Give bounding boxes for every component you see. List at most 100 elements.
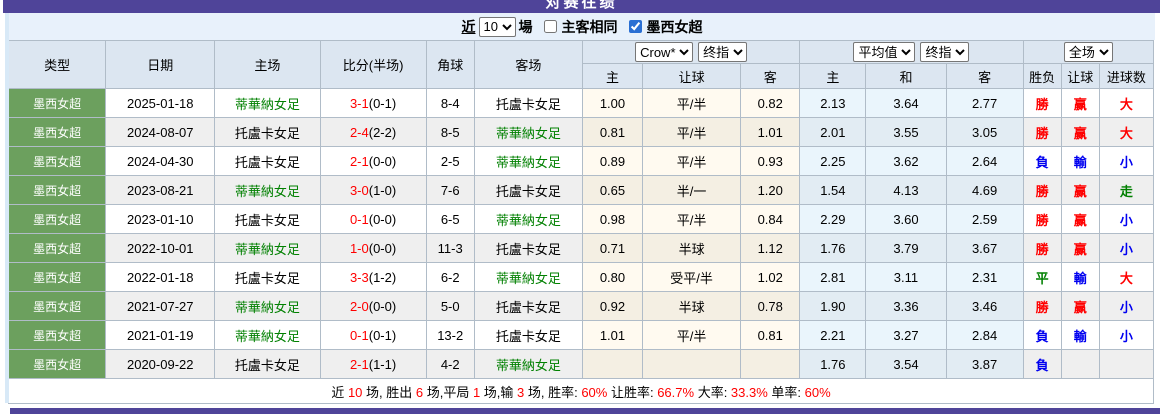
result-wdl-cell: 負 (1022, 320, 1062, 350)
home-team-cell: 托盧卡女足 (214, 117, 321, 147)
home-team-cell: 蒂華納女足 (214, 233, 321, 263)
date-cell: 2024-08-07 (105, 117, 216, 147)
result-wdl-cell: 勝 (1022, 291, 1062, 321)
summary-stat-value: 60% (581, 384, 608, 400)
corner-cell: 8-4 (425, 88, 475, 118)
result-handicap-cell: 輸 (1060, 320, 1100, 350)
euro-home-odds-cell: 1.54 (799, 175, 867, 205)
league-cell: 墨西女超 (7, 146, 107, 176)
asia-home-odds-cell: 0.80 (581, 262, 644, 292)
section-title: 对赛往绩 (545, 0, 618, 11)
asia-line-cell: 平/半 (642, 320, 742, 350)
col-corner: 角球 (425, 40, 475, 89)
result-handicap-cell: 輸 (1060, 262, 1100, 292)
summary-stat-label: 场,平局 (423, 384, 473, 400)
fulltime-score: 0-1 (349, 211, 369, 227)
score-cell: 3-1(0-1) (319, 88, 427, 118)
score-cell: 2-4(2-2) (319, 117, 427, 147)
date-cell: 2021-07-27 (105, 291, 216, 321)
euro-home-odds-cell: 2.81 (799, 262, 867, 292)
euro-home-odds-cell: 1.90 (799, 291, 867, 321)
home-team-cell: 托盧卡女足 (214, 204, 321, 234)
asia-home-odds-cell: 0.65 (581, 175, 644, 205)
col-result-wdl: 胜负 (1022, 63, 1062, 89)
fulltime-score: 2-1 (349, 153, 369, 169)
summary-stat-label: 近 (331, 384, 348, 400)
table-row: 墨西女超 2024-04-30 托盧卡女足 2-1(0-0) 2-5 蒂華納女足 0.89 平… (7, 146, 1155, 176)
result-goals-cell: 大 (1098, 117, 1155, 147)
euro-home-odds-cell: 2.13 (799, 88, 867, 118)
score-cell: 2-1(1-1) (319, 349, 427, 379)
asia-away-odds-cell: 1.01 (740, 117, 801, 147)
summary-stat-value: 33.3% (730, 384, 768, 400)
summary-stat-value: 10 (347, 384, 363, 400)
odds-company-select[interactable]: Crow* (635, 42, 694, 62)
asia-stage-select[interactable]: 终指 (698, 42, 748, 62)
date-cell: 2024-04-30 (105, 146, 216, 176)
col-away: 客场 (473, 40, 583, 89)
date-cell: 2025-01-18 (105, 88, 216, 118)
asia-line-cell: 平/半 (642, 146, 742, 176)
league-filter-label[interactable]: 墨西女超 (647, 17, 703, 37)
euro-value-select[interactable]: 平均值 (853, 42, 916, 62)
result-handicap-cell: 赢 (1060, 233, 1100, 263)
league-cell: 墨西女超 (7, 320, 107, 350)
date-cell: 2022-01-18 (105, 262, 216, 292)
fulltime-score: 3-0 (349, 182, 369, 198)
asia-away-odds-cell: 1.02 (740, 262, 801, 292)
halftime-score: (0-1) (368, 95, 397, 111)
result-handicap-cell: 輸 (1060, 146, 1100, 176)
euro-draw-odds-cell: 3.79 (865, 233, 947, 263)
euro-away-odds-cell: 2.31 (945, 262, 1024, 292)
asia-away-odds-cell: 0.82 (740, 88, 801, 118)
away-team-cell: 托盧卡女足 (473, 320, 583, 350)
recent-count-select[interactable]: 10 (478, 16, 516, 37)
halftime-score: (0-0) (368, 211, 397, 227)
section-title-bar: 对赛往绩 (3, 0, 1160, 13)
corner-cell: 5-0 (425, 291, 475, 321)
euro-stage-select[interactable]: 终指 (920, 42, 970, 62)
league-filter-checkbox[interactable] (628, 20, 642, 33)
summary-stat-label: 场, 胜率: (524, 384, 582, 400)
euro-away-odds-cell: 2.64 (945, 146, 1024, 176)
score-cell: 2-0(0-0) (319, 291, 427, 321)
asia-line-cell: 平/半 (642, 204, 742, 234)
euro-draw-odds-cell: 3.11 (865, 262, 947, 292)
euro-draw-odds-cell: 3.55 (865, 117, 947, 147)
same-venue-checkbox[interactable] (543, 20, 557, 33)
away-team-cell: 蒂華納女足 (473, 262, 583, 292)
head-to-head-table: 类型 日期 主场 比分(半场) 角球 客场 Crow* 终指 平均值 终指 全场… (7, 40, 1155, 404)
corner-cell: 6-5 (425, 204, 475, 234)
score-cell: 1-0(0-0) (319, 233, 427, 263)
col-asia-away: 客 (740, 63, 801, 89)
result-wdl-cell: 平 (1022, 262, 1062, 292)
halftime-score: (0-0) (368, 240, 397, 256)
home-team-cell: 托盧卡女足 (214, 349, 321, 379)
home-team-cell: 蒂華納女足 (214, 175, 321, 205)
fulltime-score: 3-1 (349, 95, 369, 111)
col-asia-line: 让球 (642, 63, 742, 89)
away-team-cell: 托盧卡女足 (473, 291, 583, 321)
away-team-cell: 托盧卡女足 (473, 175, 583, 205)
col-result-goals: 进球数 (1098, 63, 1155, 89)
result-goals-cell: 小 (1098, 233, 1155, 263)
halftime-score: (0-0) (368, 153, 397, 169)
scope-select[interactable]: 全场 (1063, 42, 1113, 62)
table-row: 墨西女超 2021-07-27 蒂華納女足 2-0(0-0) 5-0 托盧卡女足 0.92 半… (7, 291, 1155, 321)
score-cell: 0-1(0-1) (319, 320, 427, 350)
euro-home-odds-cell: 2.29 (799, 204, 867, 234)
league-cell: 墨西女超 (7, 233, 107, 263)
asia-line-cell: 半球 (642, 233, 742, 263)
euro-away-odds-cell: 3.87 (945, 349, 1024, 379)
result-wdl-cell: 負 (1022, 349, 1062, 379)
euro-home-odds-cell: 2.01 (799, 117, 867, 147)
recent-link[interactable]: 近 (462, 17, 476, 37)
euro-draw-odds-cell: 4.13 (865, 175, 947, 205)
table-row: 墨西女超 2023-01-10 托盧卡女足 0-1(0-0) 6-5 蒂華納女足 0.98 平… (7, 204, 1155, 234)
same-venue-label[interactable]: 主客相同 (562, 17, 618, 37)
filter-controls: 近 10 場 主客相同 墨西女超 (8, 13, 1155, 40)
summary-stat-label: 让胜率: (607, 384, 658, 400)
euro-draw-odds-cell: 3.60 (865, 204, 947, 234)
left-margin-strip (5, 13, 9, 403)
summary-row: 近 10 场, 胜出 6 场,平局 1 场,输 3 场, 胜率: 60% 让胜率… (8, 378, 1154, 404)
